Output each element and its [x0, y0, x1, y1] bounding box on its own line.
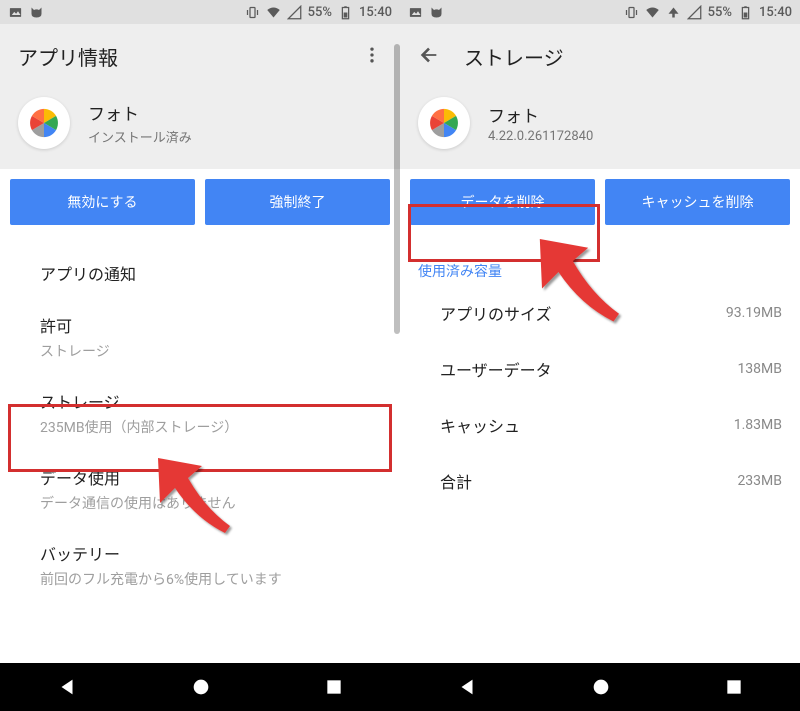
nav-bar — [0, 663, 400, 711]
image-icon — [408, 5, 423, 20]
storage-row-user-data: ユーザーデータ 138MB — [400, 341, 800, 397]
app-install-status: インストール済み — [88, 127, 192, 146]
storage-row-cache: キャッシュ 1.83MB — [400, 397, 800, 453]
button-row: データを削除 キャッシュを削除 — [400, 169, 800, 235]
app-name: フォト — [88, 100, 192, 125]
list-item-permissions[interactable]: 許可 ストレージ — [0, 299, 400, 375]
phone-left: 55% 15:40 アプリ情報 フォト インストール済み 無効にする 強制終了 — [0, 0, 400, 711]
arrow-up-icon — [666, 5, 681, 20]
list-item-battery[interactable]: バッテリー 前回のフル充電から6%使用しています — [0, 527, 400, 603]
section-label: 使用済み容量 — [400, 247, 800, 285]
list-item-notifications[interactable]: アプリの通知 — [0, 247, 400, 299]
app-version: 4.22.0.261172840 — [488, 129, 593, 144]
signal-icon — [287, 5, 302, 20]
page-title: ストレージ — [464, 42, 564, 71]
clear-cache-button[interactable]: キャッシュを削除 — [605, 179, 790, 225]
header: ストレージ — [400, 24, 800, 91]
image-icon — [8, 5, 23, 20]
force-stop-button[interactable]: 強制終了 — [205, 179, 390, 225]
cat-icon — [29, 5, 44, 20]
list-item-storage[interactable]: ストレージ 235MB使用（内部ストレージ） — [0, 375, 400, 451]
app-header-section: フォト 4.22.0.261172840 — [400, 91, 800, 169]
app-icon — [418, 97, 470, 149]
header: アプリ情報 — [0, 24, 400, 91]
status-bar: 55% 15:40 — [400, 0, 800, 24]
time-text: 15:40 — [759, 5, 792, 20]
list-item-data-usage[interactable]: データ使用 データ通信の使用はありません — [0, 451, 400, 527]
clear-data-button[interactable]: データを削除 — [410, 179, 595, 225]
battery-icon — [738, 5, 753, 20]
page-title: アプリ情報 — [18, 42, 118, 71]
app-name: フォト — [488, 102, 593, 127]
disable-button[interactable]: 無効にする — [10, 179, 195, 225]
back-icon[interactable] — [418, 44, 440, 70]
nav-back-icon[interactable] — [456, 676, 478, 698]
nav-bar — [400, 663, 800, 711]
battery-icon — [338, 5, 353, 20]
battery-text: 55% — [308, 5, 332, 20]
button-row: 無効にする 強制終了 — [0, 169, 400, 235]
phone-right: 55% 15:40 ストレージ フォト 4.22.0.261172840 データ… — [400, 0, 800, 711]
signal-icon — [687, 5, 702, 20]
nav-back-icon[interactable] — [56, 676, 78, 698]
wifi-icon — [645, 5, 660, 20]
app-header-section: フォト インストール済み — [0, 91, 400, 169]
app-icon — [18, 97, 70, 149]
storage-row-app-size: アプリのサイズ 93.19MB — [400, 285, 800, 341]
nav-home-icon[interactable] — [190, 676, 212, 698]
settings-list: アプリの通知 許可 ストレージ ストレージ 235MB使用（内部ストレージ） デ… — [0, 235, 400, 663]
time-text: 15:40 — [359, 5, 392, 20]
nav-recent-icon[interactable] — [724, 677, 744, 697]
storage-details: 使用済み容量 アプリのサイズ 93.19MB ユーザーデータ 138MB キャッ… — [400, 235, 800, 663]
vibrate-icon — [624, 5, 639, 20]
storage-row-total: 合計 233MB — [400, 453, 800, 509]
overflow-menu-icon[interactable] — [362, 45, 382, 69]
nav-home-icon[interactable] — [590, 676, 612, 698]
status-bar: 55% 15:40 — [0, 0, 400, 24]
wifi-icon — [266, 5, 281, 20]
battery-text: 55% — [708, 5, 732, 20]
nav-recent-icon[interactable] — [324, 677, 344, 697]
cat-icon — [429, 5, 444, 20]
vibrate-icon — [245, 5, 260, 20]
